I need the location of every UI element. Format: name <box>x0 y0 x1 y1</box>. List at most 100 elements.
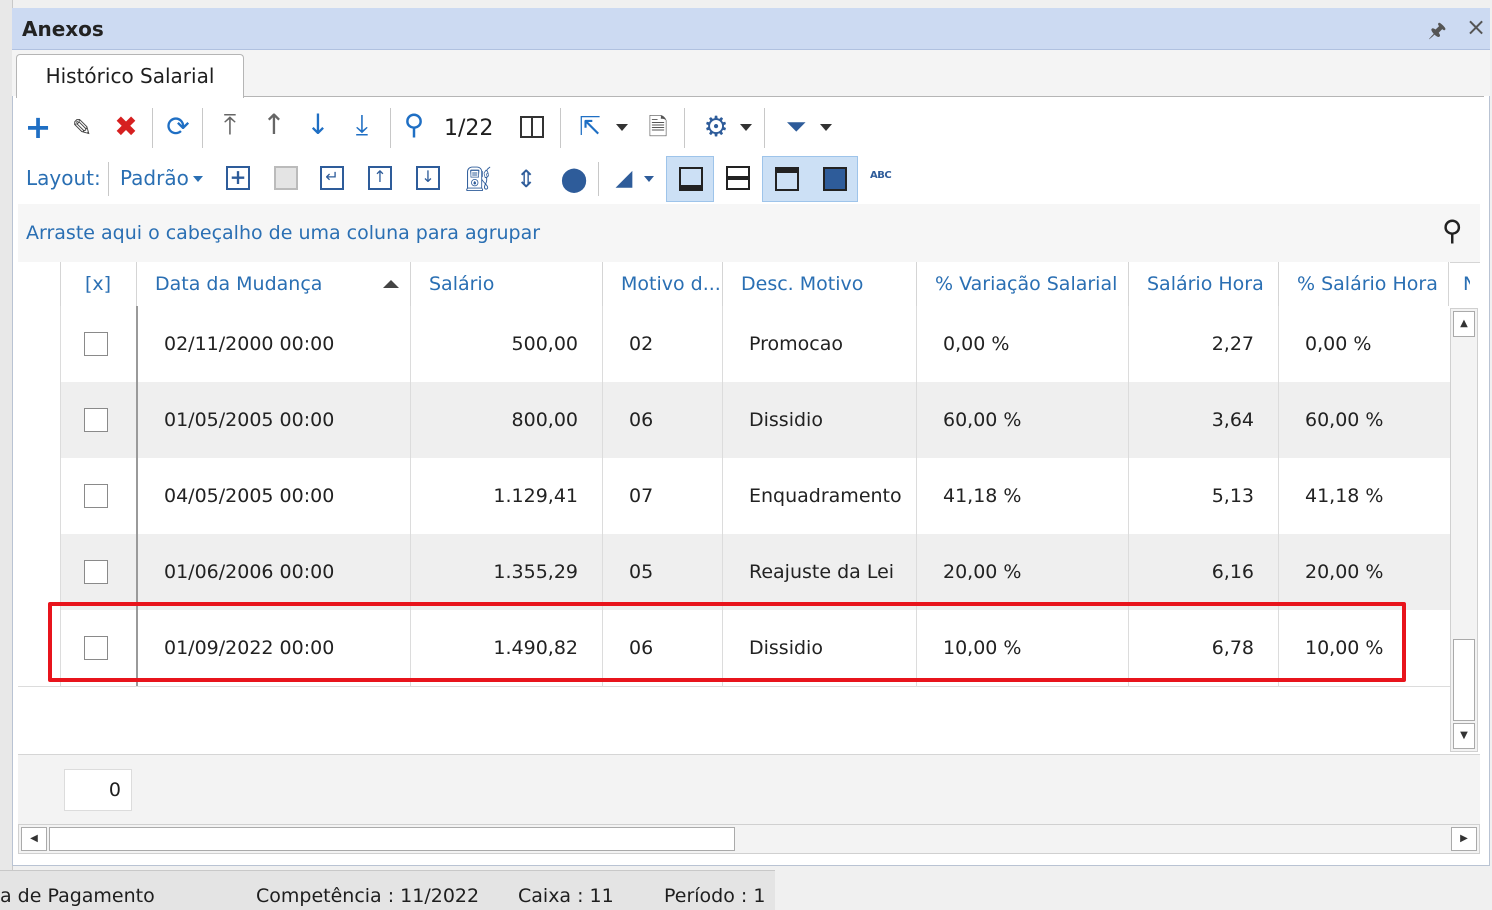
download-layout-icon[interactable]: ↓ <box>416 166 440 190</box>
chevron-down-icon[interactable] <box>193 176 203 182</box>
column-header-label: Data da Mudança <box>155 273 323 295</box>
filter-icon[interactable]: ⏷ <box>780 112 812 142</box>
date-cell: 04/05/2005 00:00 <box>136 458 410 534</box>
row-checkbox[interactable] <box>84 332 108 356</box>
chevron-down-icon[interactable] <box>820 124 832 131</box>
tab-divider <box>244 96 1484 97</box>
chevron-down-icon[interactable] <box>616 124 628 131</box>
scroll-thumb[interactable] <box>1453 639 1475 721</box>
salary-cell: 1.355,29 <box>410 534 602 610</box>
layout-toolbar: Layout: Padrão + ↵ ↑ ↓ ⛽︎ ⇕ ⬤ ◢ ABC <box>18 156 1480 204</box>
reason-desc-cell: Promocao <box>722 306 916 382</box>
vertical-scrollbar[interactable]: ▲ ▼ <box>1450 308 1478 752</box>
reason-desc-cell: Enquadramento <box>722 458 916 534</box>
pin-icon[interactable]: 🖈︎ <box>1428 16 1447 50</box>
column-header-next[interactable]: N <box>1448 262 1470 306</box>
scroll-up-icon[interactable]: ▲ <box>1453 311 1475 337</box>
previous-record-icon[interactable]: ↑ <box>258 110 290 140</box>
add-icon[interactable]: + <box>22 111 54 143</box>
status-bar: a de Pagamento Competência : 11/2022 Cai… <box>0 870 775 910</box>
scroll-thumb[interactable] <box>49 827 735 851</box>
panel-titlebar: Anexos 🖈︎ × <box>12 8 1490 50</box>
footer-count: 0 <box>64 769 132 811</box>
layout-top-icon <box>775 167 799 191</box>
variation-cell: 41,18 % <box>916 458 1128 534</box>
salary-cell: 800,00 <box>410 382 602 458</box>
first-record-icon[interactable]: ⤒ <box>214 110 246 140</box>
toolbar-separator <box>560 108 561 148</box>
scroll-left-icon[interactable]: ◀ <box>21 827 47 851</box>
group-by-area[interactable]: Arraste aqui o cabeçalho de uma coluna p… <box>18 204 1480 263</box>
column-header-pct-salario-hora[interactable]: % Salário Hora <box>1278 262 1448 306</box>
freeze-column-icon[interactable]: ⇕ <box>510 164 542 194</box>
toolbar-separator <box>684 108 685 148</box>
horizontal-scrollbar[interactable]: ◀ ▶ <box>18 824 1480 854</box>
next-record-icon[interactable]: ↓ <box>302 110 334 140</box>
status-competencia: Competência : 11/2022 <box>256 885 480 907</box>
search-icon[interactable]: ⚲ <box>1442 214 1463 247</box>
edit-icon[interactable]: ✎ <box>66 113 98 143</box>
column-header-data-mudanca[interactable]: Data da Mudança <box>136 262 410 306</box>
group-hint: Arraste aqui o cabeçalho de uma coluna p… <box>26 222 541 244</box>
hourly-cell: 6,16 <box>1128 534 1278 610</box>
add-layout-icon[interactable]: + <box>226 166 250 190</box>
toolbar-separator <box>764 108 765 148</box>
row-indicator <box>18 306 60 382</box>
table-row[interactable]: 02/11/2000 00:00 500,00 02 Promocao 0,00… <box>18 306 1450 382</box>
format-painter-icon[interactable]: ⛽︎ <box>462 164 494 194</box>
variation-cell: 20,00 % <box>916 534 1128 610</box>
view-mode-1-button[interactable] <box>666 156 714 202</box>
salary-cell: 1.129,41 <box>410 458 602 534</box>
table-row[interactable]: 01/06/2006 00:00 1.355,29 05 Reajuste da… <box>18 534 1450 610</box>
scroll-right-icon[interactable]: ▶ <box>1451 827 1477 851</box>
hourly-pct-cell: 20,00 % <box>1278 534 1450 610</box>
hourly-cell: 3,64 <box>1128 382 1278 458</box>
document-icon[interactable]: 🗎︎ <box>642 112 674 142</box>
layout-middle-icon[interactable] <box>726 166 750 190</box>
export-icon[interactable]: ⇱ <box>574 112 606 142</box>
row-indicator <box>18 458 60 534</box>
column-header-select[interactable]: [x] <box>60 262 136 306</box>
last-record-icon[interactable]: ⤓ <box>346 110 378 140</box>
search-icon[interactable]: ⚲ <box>398 110 430 140</box>
tab-historico-salarial[interactable]: Histórico Salarial <box>16 54 244 98</box>
column-header-desc-motivo[interactable]: Desc. Motivo <box>722 262 916 306</box>
remove-layout-icon[interactable] <box>274 166 298 190</box>
table-row[interactable]: 01/05/2005 00:00 800,00 06 Dissidio 60,0… <box>18 382 1450 458</box>
save-layout-icon[interactable]: ↵ <box>320 166 344 190</box>
hourly-pct-cell: 0,00 % <box>1278 306 1450 382</box>
reason-code-cell: 05 <box>602 534 722 610</box>
chevron-down-icon[interactable] <box>740 124 752 131</box>
columns-icon[interactable] <box>520 116 544 138</box>
upload-layout-icon[interactable]: ↑ <box>368 166 392 190</box>
column-header-variacao-salarial[interactable]: % Variação Salarial <box>916 262 1128 306</box>
column-header-salario-hora[interactable]: Salário Hora <box>1128 262 1278 306</box>
status-periodo: Período : 1 <box>664 885 766 907</box>
row-checkbox[interactable] <box>84 408 108 432</box>
toolbar-separator <box>202 108 203 148</box>
table-row[interactable]: 04/05/2005 00:00 1.129,41 07 Enquadramen… <box>18 458 1450 534</box>
hourly-pct-cell: 41,18 % <box>1278 458 1450 534</box>
row-indicator-header <box>18 262 60 306</box>
color-fill-icon[interactable]: ⬤ <box>558 164 590 194</box>
chevron-down-icon[interactable] <box>644 176 654 182</box>
refresh-icon[interactable]: ⟳ <box>162 112 194 142</box>
variation-cell: 60,00 % <box>916 382 1128 458</box>
highlight-box <box>48 602 1406 682</box>
date-cell: 01/06/2006 00:00 <box>136 534 410 610</box>
column-header-salario[interactable]: Salário <box>410 262 602 306</box>
scroll-down-icon[interactable]: ▼ <box>1453 723 1475 749</box>
reason-code-cell: 06 <box>602 382 722 458</box>
hourly-cell: 2,27 <box>1128 306 1278 382</box>
layout-select[interactable]: Padrão <box>120 166 189 190</box>
chart-icon[interactable]: ◢ <box>608 164 640 194</box>
delete-icon[interactable]: ✖ <box>110 112 142 142</box>
column-header-motivo[interactable]: Motivo d... <box>602 262 722 306</box>
view-mode-2-button[interactable] <box>762 156 858 202</box>
close-icon[interactable]: × <box>1466 13 1486 41</box>
row-checkbox[interactable] <box>84 560 108 584</box>
gear-icon[interactable]: ⚙ <box>700 112 732 142</box>
layout-bottom-icon <box>679 167 703 191</box>
row-checkbox[interactable] <box>84 484 108 508</box>
abc-icon[interactable]: ABC <box>870 170 892 181</box>
